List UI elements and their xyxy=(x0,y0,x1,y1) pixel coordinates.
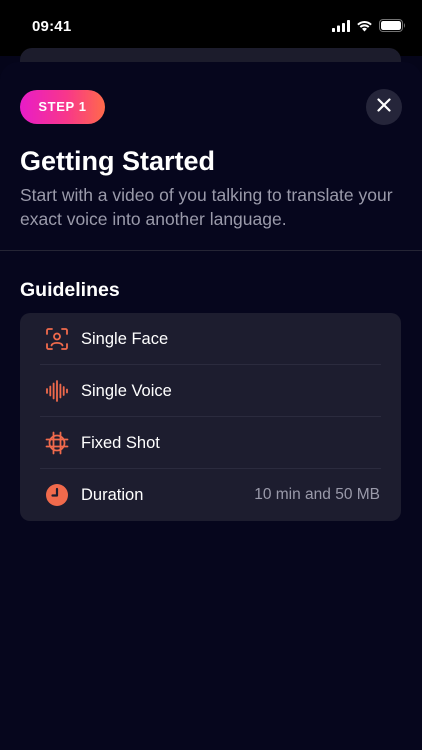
status-time: 09:41 xyxy=(32,18,72,35)
page-subtitle: Start with a video of you talking to tra… xyxy=(20,185,393,229)
page-title: Getting Started xyxy=(20,146,216,176)
guideline-row-fixed-shot: Fixed Shot xyxy=(20,417,401,469)
cellular-signal-icon xyxy=(332,19,350,37)
guideline-row-single-voice: Single Voice xyxy=(20,365,401,417)
guideline-value: 10 min and 50 MB xyxy=(254,486,380,503)
close-icon xyxy=(377,97,391,117)
battery-icon xyxy=(379,19,406,37)
wifi-icon xyxy=(356,19,373,37)
guideline-row-single-face: Single Face xyxy=(20,313,401,365)
close-button[interactable] xyxy=(366,89,402,125)
clock-icon xyxy=(45,483,69,507)
guideline-label: Single Face xyxy=(81,330,169,348)
guideline-label: Fixed Shot xyxy=(81,434,160,452)
crosshair-frame-icon xyxy=(45,431,69,455)
step-badge: STEP 1 xyxy=(20,90,105,124)
guideline-label: Duration xyxy=(81,486,144,504)
divider xyxy=(0,250,422,251)
app-screen: 09:41 STEP 1 Getting Started Start with … xyxy=(0,0,422,750)
guidelines-heading: Guidelines xyxy=(20,279,120,301)
guideline-row-duration: Duration 10 min and 50 MB xyxy=(20,469,401,521)
getting-started-sheet: STEP 1 Getting Started Start with a vide… xyxy=(0,62,422,750)
waveform-icon xyxy=(45,379,69,403)
status-icons xyxy=(332,19,406,37)
guidelines-card: Single Face Single Voice Fixed Shot Dura… xyxy=(20,313,401,521)
guideline-label: Single Voice xyxy=(81,382,172,400)
face-frame-icon xyxy=(45,327,69,351)
